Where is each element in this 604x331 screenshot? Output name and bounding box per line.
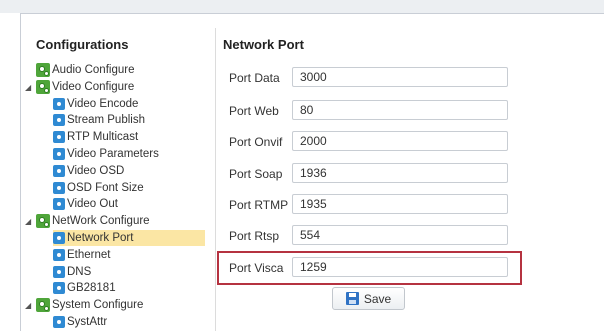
tree-item-label: Video OSD bbox=[67, 165, 125, 177]
setting-item-icon bbox=[53, 114, 65, 126]
setting-item-icon bbox=[53, 148, 65, 160]
settings-folder-icon bbox=[36, 298, 50, 312]
setting-item-icon bbox=[53, 165, 65, 177]
page-title: Network Port bbox=[223, 37, 304, 52]
tree-item-label: Stream Publish bbox=[67, 114, 145, 126]
tree-item-label: GB28181 bbox=[67, 282, 116, 294]
port-web-input[interactable] bbox=[292, 100, 508, 120]
settings-folder-icon bbox=[36, 63, 50, 77]
tree-item-audio-configure[interactable]: Audio Configure bbox=[36, 62, 134, 78]
port-data-input[interactable] bbox=[292, 67, 508, 87]
tree-item-dns[interactable]: DNS bbox=[53, 264, 91, 280]
setting-item-icon bbox=[53, 266, 65, 278]
port-rtsp-label: Port Rtsp bbox=[229, 229, 280, 243]
port-onvif-input[interactable] bbox=[292, 131, 508, 151]
port-visca-highlight bbox=[217, 251, 522, 285]
port-onvif-label: Port Onvif bbox=[229, 135, 283, 149]
setting-item-icon bbox=[53, 232, 65, 244]
settings-folder-icon bbox=[36, 214, 50, 228]
port-rtsp-input[interactable] bbox=[292, 225, 508, 245]
tree-item-label: Video Out bbox=[67, 198, 118, 210]
setting-item-icon bbox=[53, 249, 65, 261]
setting-item-icon bbox=[53, 131, 65, 143]
setting-item-icon bbox=[53, 98, 65, 110]
port-soap-label: Port Soap bbox=[229, 167, 283, 181]
tree-item-video-configure[interactable]: Video Configure bbox=[36, 79, 134, 95]
expand-arrow-icon[interactable]: ◢ bbox=[25, 83, 31, 92]
tree-item-label: Ethernet bbox=[67, 249, 111, 261]
tree-item-systattr[interactable]: SystAttr bbox=[53, 314, 107, 330]
top-band bbox=[0, 0, 604, 13]
tree-item-video-osd[interactable]: Video OSD bbox=[53, 163, 124, 179]
sidebar-title: Configurations bbox=[36, 37, 129, 52]
port-web-label: Port Web bbox=[229, 104, 279, 118]
tree-item-label: Video Configure bbox=[52, 81, 135, 93]
tree-item-gb28181[interactable]: GB28181 bbox=[53, 280, 116, 296]
expand-arrow-icon[interactable]: ◢ bbox=[25, 217, 31, 226]
panel-divider bbox=[215, 28, 216, 331]
port-data-label: Port Data bbox=[229, 71, 280, 85]
tree-item-video-encode[interactable]: Video Encode bbox=[53, 96, 138, 112]
setting-item-icon bbox=[53, 182, 65, 194]
setting-item-icon bbox=[53, 198, 65, 210]
tree-item-label: System Configure bbox=[52, 299, 144, 311]
tree-item-label: DNS bbox=[67, 266, 92, 278]
tree-item-label: SystAttr bbox=[67, 316, 108, 328]
floppy-disk-icon bbox=[345, 292, 359, 305]
tree-item-label: Video Parameters bbox=[67, 148, 159, 160]
tree-item-network-port[interactable]: Network Port bbox=[53, 230, 205, 246]
tree-item-label: Audio Configure bbox=[52, 64, 135, 76]
save-label: Save bbox=[363, 291, 392, 306]
tree-item-video-parameters[interactable]: Video Parameters bbox=[53, 146, 159, 162]
tree-item-osd-font-size[interactable]: OSD Font Size bbox=[53, 180, 144, 196]
settings-folder-icon bbox=[36, 80, 50, 94]
tree-item-ethernet[interactable]: Ethernet bbox=[53, 247, 110, 263]
tree-item-label: OSD Font Size bbox=[67, 182, 144, 194]
tree-item-label: Video Encode bbox=[67, 98, 139, 110]
port-soap-input[interactable] bbox=[292, 163, 508, 183]
port-rtmp-input[interactable] bbox=[292, 194, 508, 214]
expand-arrow-icon[interactable]: ◢ bbox=[25, 301, 31, 310]
tree-item-label: RTP Multicast bbox=[67, 131, 139, 143]
port-rtmp-label: Port RTMP bbox=[229, 198, 289, 212]
save-button[interactable]: Save bbox=[332, 287, 405, 310]
tree-item-rtp-multicast[interactable]: RTP Multicast bbox=[53, 129, 138, 145]
setting-item-icon bbox=[53, 316, 65, 328]
tree-item-system-configure[interactable]: System Configure bbox=[36, 297, 143, 313]
tree-item-label: Network Port bbox=[67, 232, 134, 244]
tree-item-label: NetWork Configure bbox=[52, 215, 150, 227]
tree-item-network-configure[interactable]: NetWork Configure bbox=[36, 213, 150, 229]
tree-item-stream-publish[interactable]: Stream Publish bbox=[53, 112, 145, 128]
setting-item-icon bbox=[53, 282, 65, 294]
tree-item-video-out[interactable]: Video Out bbox=[53, 196, 118, 212]
